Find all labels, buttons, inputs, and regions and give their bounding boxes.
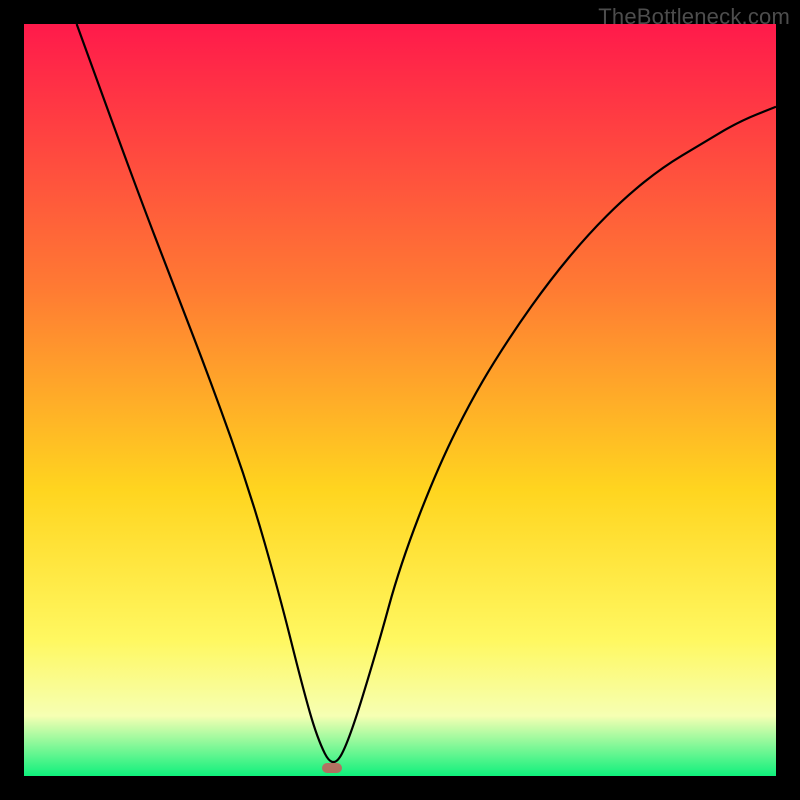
attribution-watermark: TheBottleneck.com [598,4,790,30]
plot-area [24,24,776,776]
chart-frame: TheBottleneck.com [0,0,800,800]
gradient-background [24,24,776,776]
minimum-marker [322,763,342,773]
plot-svg [24,24,776,776]
